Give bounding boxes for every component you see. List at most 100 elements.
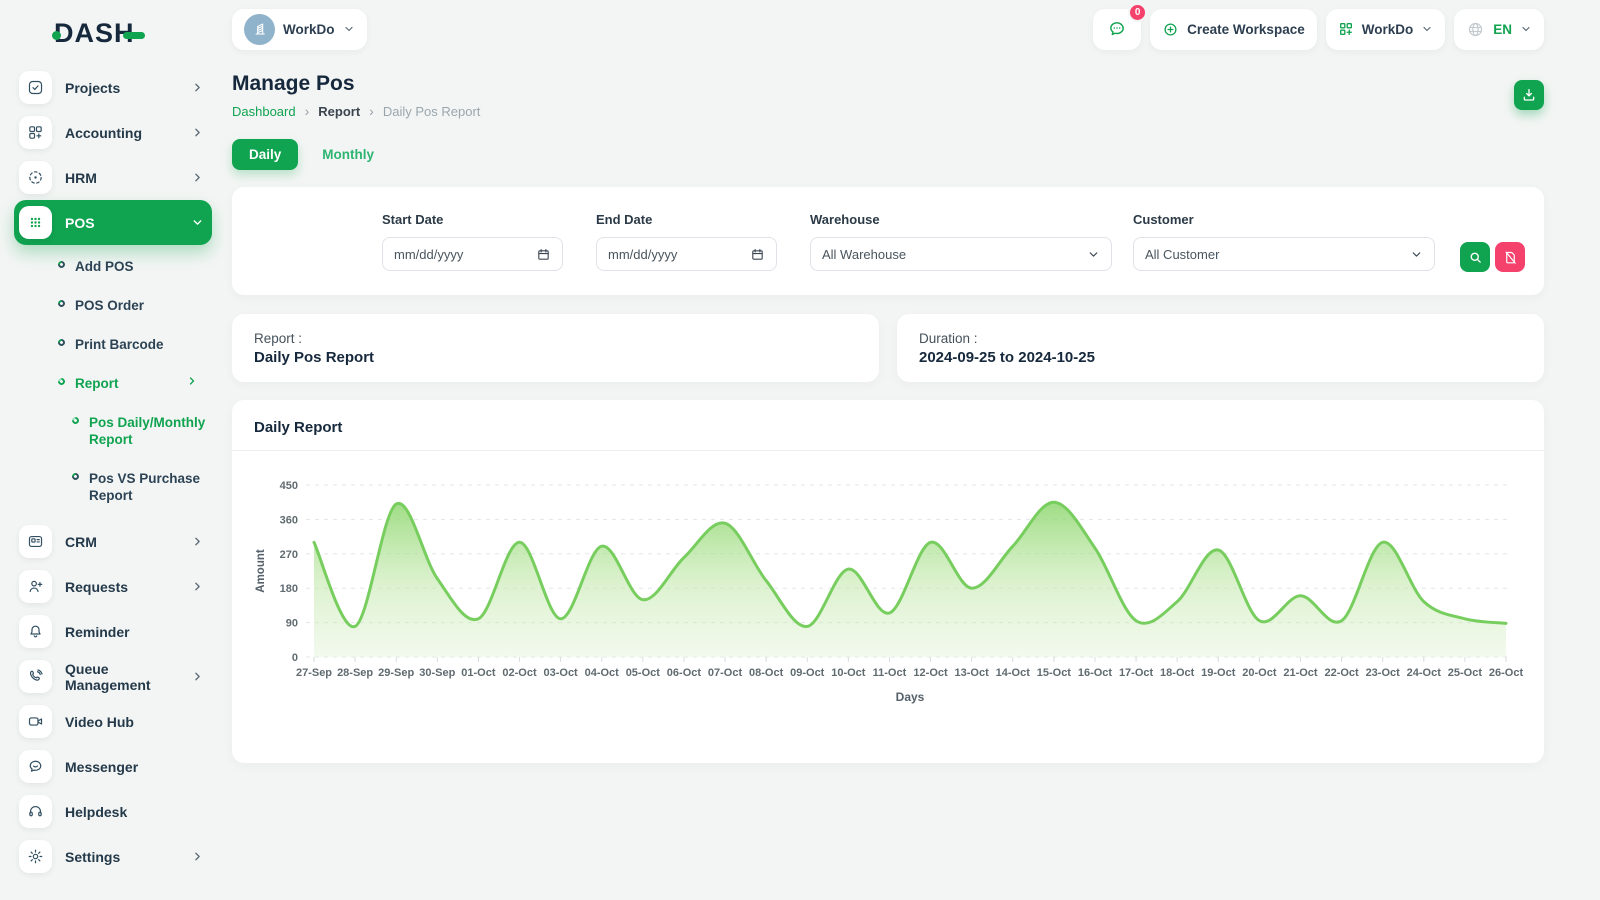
sidebar-item-crm[interactable]: CRM [14,519,212,564]
chevron-down-icon [191,216,204,229]
topbar: WorkDo 0 Create Workspace WorkDo EN [232,0,1544,58]
sidebar-item-accounting[interactable]: Accounting [14,110,212,155]
sidebar-item-label: Add POS [75,258,134,275]
chevron-right-icon [191,81,204,94]
breadcrumb-separator: › [305,103,310,119]
sidebar-item-reminder[interactable]: Reminder [14,609,212,654]
warehouse-label: Warehouse [810,212,1112,227]
customer-select[interactable]: All Customer [1133,237,1435,271]
x-axis-title: Days [896,690,925,704]
logo-dot-icon [52,31,61,40]
breadcrumb: Dashboard › Report › Daily Pos Report [232,103,480,119]
video-camera-icon [19,705,52,738]
x-tick-label: 16-Oct [1078,667,1113,679]
start-date-label: Start Date [382,212,563,227]
end-date-placeholder: mm/dd/yyyy [608,247,677,262]
sidebar-item-label: Helpdesk [65,804,204,820]
warehouse-select[interactable]: All Warehouse [810,237,1112,271]
x-tick-label: 21-Oct [1283,667,1318,679]
sidebar-item-print-barcode[interactable]: Print Barcode [58,325,212,364]
reset-icon [1503,250,1518,265]
app-logo[interactable]: DASH [54,18,135,49]
x-tick-label: 27-Sep [296,667,332,679]
report-submenu: Pos Daily/Monthly Report Pos VS Purchase… [58,403,212,515]
end-date-label: End Date [596,212,777,227]
y-tick-label: 450 [280,480,298,492]
gear-icon [19,840,52,873]
x-tick-label: 12-Oct [913,667,948,679]
bullet-icon [71,416,81,426]
chart-area: 45036027018090027-Sep28-Sep29-Sep30-Sep0… [232,451,1544,728]
pos-submenu: Add POS POS Order Print Barcode Report P… [14,245,212,519]
bullet-icon [57,377,67,387]
chevron-right-icon [191,535,204,548]
sidebar-item-label: Reminder [65,624,204,640]
chevron-right-icon [186,375,198,387]
main-content: WorkDo 0 Create Workspace WorkDo EN [232,0,1544,763]
x-tick-label: 07-Oct [708,667,743,679]
report-value: Daily Pos Report [254,349,857,366]
queue-phone-icon [19,660,52,693]
sidebar-item-label: Projects [65,80,178,96]
chevron-down-icon [1087,248,1100,261]
x-tick-label: 29-Sep [378,667,414,679]
x-tick-label: 06-Oct [667,667,702,679]
y-tick-label: 180 [280,583,298,595]
tab-daily[interactable]: Daily [232,139,298,170]
start-date-field: Start Date mm/dd/yyyy [382,212,563,271]
sidebar-item-hrm[interactable]: HRM [14,155,212,200]
sidebar-item-requests[interactable]: Requests [14,564,212,609]
workspace-selector[interactable]: WorkDo [232,9,367,50]
sidebar-item-projects[interactable]: Projects [14,65,212,110]
chart-title: Daily Report [232,400,1544,451]
reminder-bell-icon [19,615,52,648]
sidebar-item-label: Settings [65,849,178,865]
download-button[interactable] [1514,80,1544,110]
report-period-tabs: Daily Monthly [232,139,1544,170]
sidebar-item-pos-daily-monthly-report[interactable]: Pos Daily/Monthly Report [72,403,212,459]
x-tick-label: 19-Oct [1201,667,1236,679]
sidebar-item-queue-management[interactable]: Queue Management [14,654,212,699]
x-tick-label: 17-Oct [1119,667,1154,679]
x-tick-label: 28-Sep [337,667,373,679]
sidebar-item-label: Queue Management [65,661,178,693]
x-tick-label: 15-Oct [1037,667,1072,679]
summary-row: Report : Daily Pos Report Duration : 202… [232,314,1544,382]
sidebar-item-report[interactable]: Report [58,364,212,403]
workdo-menu-button[interactable]: WorkDo [1326,9,1446,50]
language-selector[interactable]: EN [1454,9,1544,50]
sidebar-item-pos-order[interactable]: POS Order [58,286,212,325]
search-button[interactable] [1460,242,1490,272]
messages-button[interactable]: 0 [1093,9,1141,50]
sidebar-item-pos[interactable]: POS [14,200,212,245]
sidebar-item-helpdesk[interactable]: Helpdesk [14,789,212,834]
sidebar-item-label: Requests [65,579,178,595]
logo-dash-icon [123,32,145,39]
sidebar-item-label: CRM [65,534,178,550]
crm-icon [19,525,52,558]
x-tick-label: 18-Oct [1160,667,1195,679]
breadcrumb-report[interactable]: Report [318,104,360,119]
sidebar-item-messenger[interactable]: Messenger [14,744,212,789]
chevron-down-icon [1520,23,1532,35]
daily-report-card: Daily Report 45036027018090027-Sep28-Sep… [232,400,1544,763]
bullet-icon [57,299,67,309]
tab-monthly[interactable]: Monthly [312,139,384,170]
end-date-input[interactable]: mm/dd/yyyy [596,237,777,271]
breadcrumb-dashboard[interactable]: Dashboard [232,104,296,119]
pos-icon [19,206,52,239]
accounting-icon [19,116,52,149]
start-date-input[interactable]: mm/dd/yyyy [382,237,563,271]
sidebar-item-settings[interactable]: Settings [14,834,212,879]
y-tick-label: 90 [286,618,298,630]
sidebar-item-pos-vs-purchase-report[interactable]: Pos VS Purchase Report [72,459,212,515]
bullet-icon [71,472,81,482]
sidebar-item-label: HRM [65,170,178,186]
y-tick-label: 270 [280,549,298,561]
sidebar-item-add-pos[interactable]: Add POS [58,247,212,286]
reset-button[interactable] [1495,242,1525,272]
sidebar-item-label: Print Barcode [75,336,164,353]
sidebar-item-video-hub[interactable]: Video Hub [14,699,212,744]
workspace-name: WorkDo [283,22,335,37]
create-workspace-button[interactable]: Create Workspace [1150,9,1317,50]
